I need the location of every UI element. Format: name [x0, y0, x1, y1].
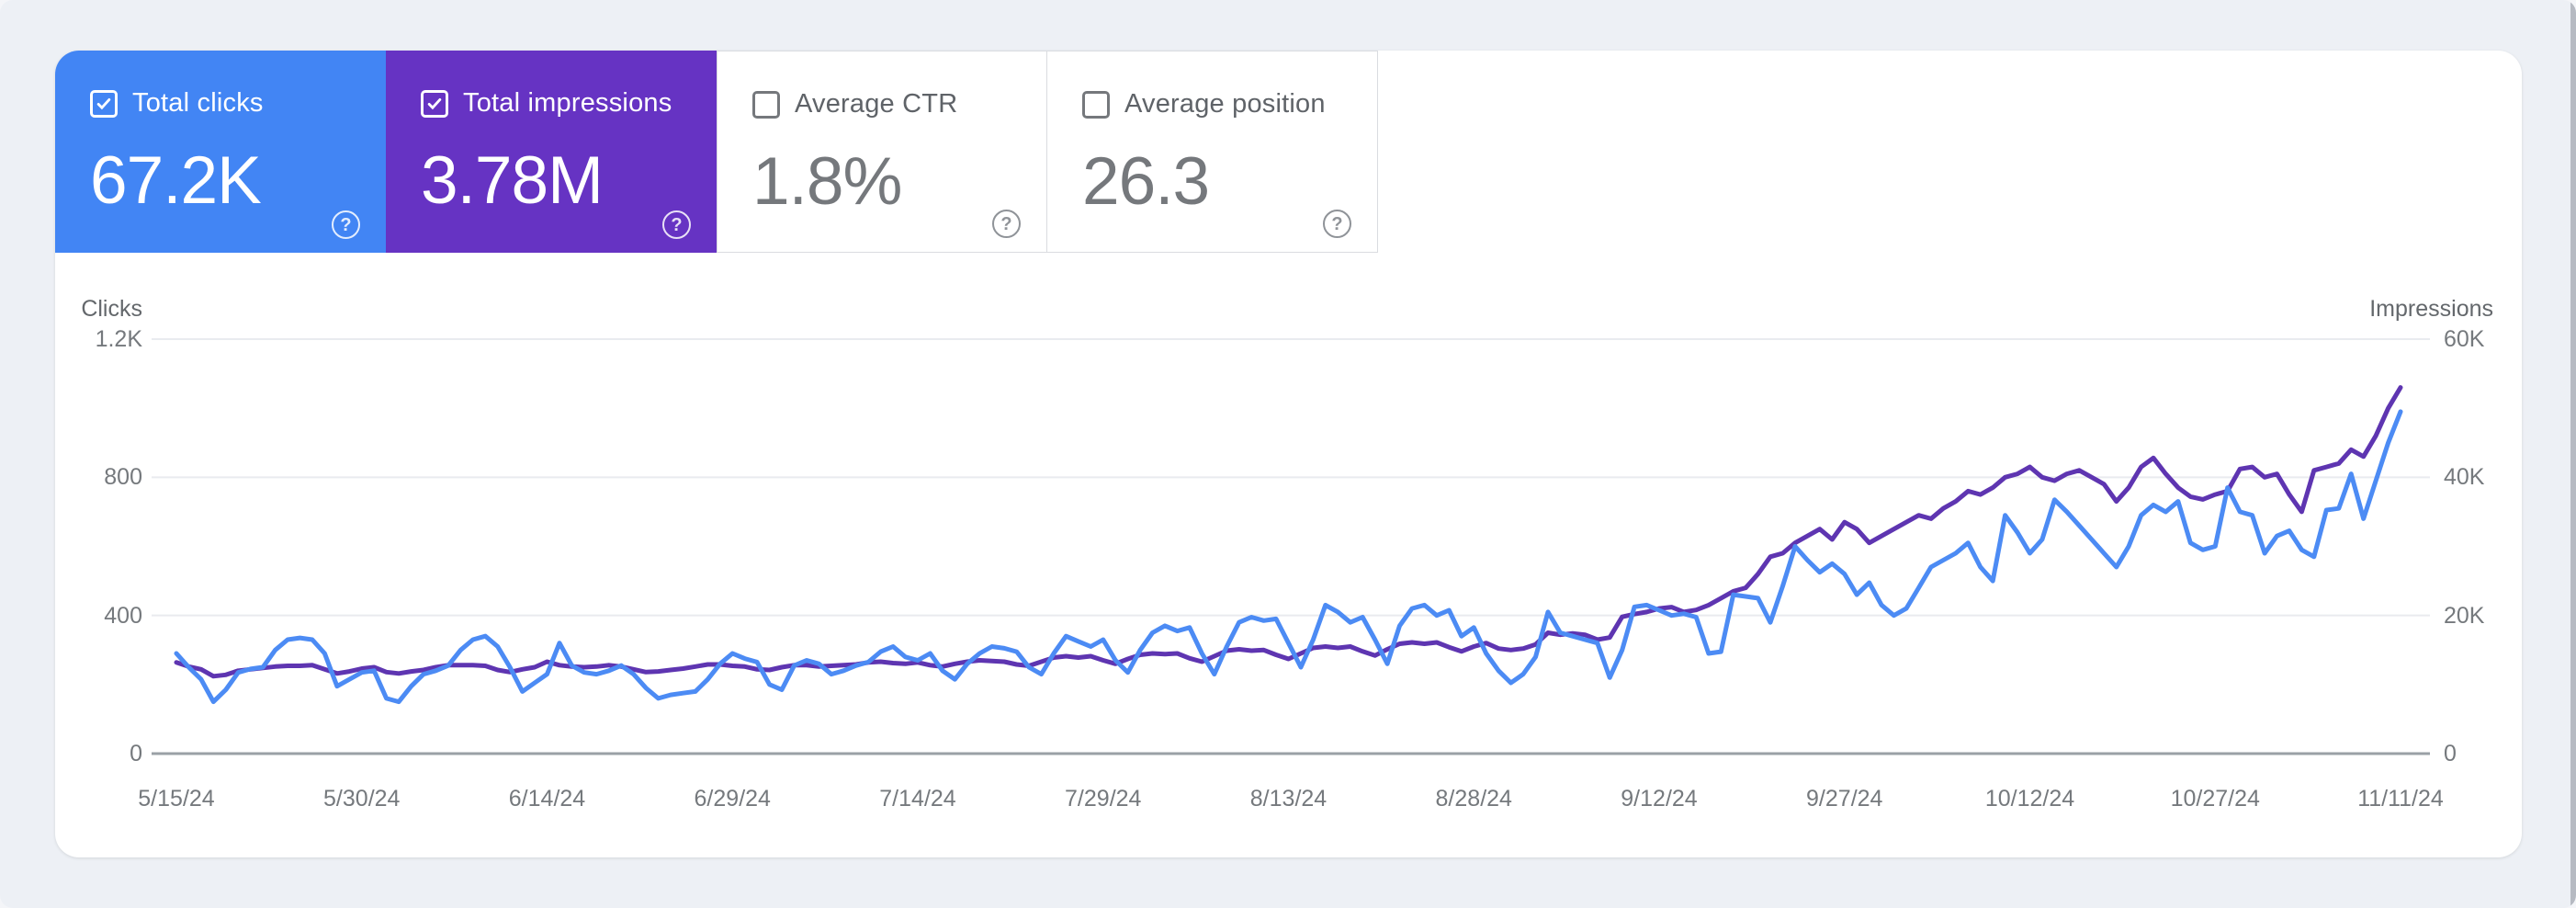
average-ctr-checkbox[interactable]	[752, 91, 780, 119]
metric-tiles-row: Total clicks 67.2K ? Total impressions 3…	[55, 51, 2522, 253]
right-axis-tick: 40K	[2444, 461, 2521, 493]
x-axis-tick: 9/27/24	[1753, 783, 1937, 814]
performance-card: Total clicks 67.2K ? Total impressions 3…	[55, 51, 2522, 857]
x-axis-tick: 6/14/24	[456, 783, 639, 814]
tile-label: Average position	[1124, 89, 1326, 119]
left-axis-tick: 0	[55, 738, 142, 769]
right-axis-tick: 20K	[2444, 600, 2521, 631]
total-clicks-checkbox[interactable]	[90, 90, 118, 118]
x-axis-tick: 10/12/24	[1938, 783, 2122, 814]
average-ctr-value: 1.8%	[752, 145, 1046, 219]
checkmark-icon	[425, 95, 444, 113]
scrollbar[interactable]	[2570, 0, 2576, 908]
left-axis-tick: 1.2K	[55, 323, 142, 355]
metric-tile-total-clicks[interactable]: Total clicks 67.2K ?	[55, 51, 386, 253]
left-axis-tick: 400	[55, 600, 142, 631]
total-impressions-value: 3.78M	[421, 144, 717, 218]
tile-label: Total impressions	[463, 88, 672, 119]
x-axis-tick: 11/11/24	[2309, 783, 2492, 814]
x-axis-tick: 10/27/24	[2123, 783, 2307, 814]
x-axis-tick: 9/12/24	[1567, 783, 1751, 814]
impressions-line[interactable]	[176, 388, 2401, 676]
x-axis-tick: 5/15/24	[85, 783, 268, 814]
average-position-value: 26.3	[1082, 145, 1377, 219]
tile-label: Average CTR	[795, 89, 957, 119]
help-icon[interactable]: ?	[662, 210, 691, 239]
x-axis-tick: 8/13/24	[1197, 783, 1381, 814]
tile-label: Total clicks	[132, 88, 264, 119]
metric-tile-average-position[interactable]: Average position 26.3 ?	[1047, 51, 1378, 253]
total-impressions-checkbox[interactable]	[421, 90, 448, 118]
x-axis-tick: 8/28/24	[1382, 783, 1565, 814]
help-icon[interactable]: ?	[332, 210, 360, 239]
right-axis-tick: 60K	[2444, 323, 2521, 355]
performance-chart: Clicks Impressions 1.2K800400060K40K20K0…	[55, 289, 2522, 857]
x-axis-tick: 7/29/24	[1011, 783, 1195, 814]
help-icon[interactable]: ?	[992, 210, 1021, 238]
metric-tile-total-impressions[interactable]: Total impressions 3.78M ?	[386, 51, 717, 253]
average-position-checkbox[interactable]	[1082, 91, 1110, 119]
x-axis-tick: 5/30/24	[270, 783, 454, 814]
left-axis-tick: 800	[55, 461, 142, 493]
help-icon[interactable]: ?	[1323, 210, 1351, 238]
metric-tile-average-ctr[interactable]: Average CTR 1.8% ?	[717, 51, 1047, 253]
total-clicks-value: 67.2K	[90, 144, 386, 218]
x-axis-tick: 7/14/24	[826, 783, 1010, 814]
chart-canvas[interactable]	[55, 289, 2522, 857]
app-background: Total clicks 67.2K ? Total impressions 3…	[0, 0, 2576, 908]
checkmark-icon	[95, 95, 113, 113]
x-axis-tick: 6/29/24	[640, 783, 824, 814]
right-axis-tick: 0	[2444, 738, 2521, 769]
